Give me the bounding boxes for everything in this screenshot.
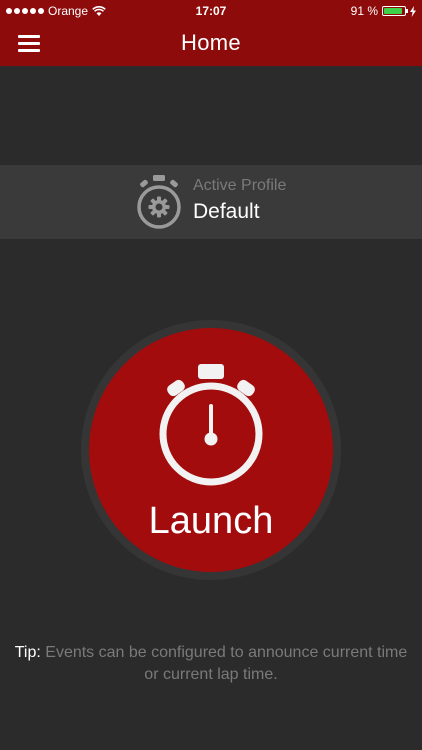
charging-bolt-icon <box>410 5 416 17</box>
stopwatch-icon <box>159 364 263 486</box>
profile-name: Default <box>193 200 260 223</box>
launch-label: Launch <box>148 500 274 542</box>
navigation-bar: Home <box>0 22 422 66</box>
launch-button[interactable]: Launch <box>89 328 333 572</box>
tip-message: Tip: Events can be configured to announc… <box>10 642 412 686</box>
battery-percent: 91 % <box>350 4 378 18</box>
battery-icon <box>382 6 408 16</box>
battery-fill <box>384 8 403 14</box>
tip-label: Tip: <box>14 644 41 661</box>
page-title: Home <box>181 30 241 55</box>
status-bar: Orange 17:07 91 % <box>0 0 422 22</box>
tip-text: Events can be configured to announce cur… <box>45 644 408 683</box>
stopwatch-gear-icon <box>137 175 181 229</box>
active-profile-selector[interactable]: Active Profile Default <box>0 165 422 239</box>
battery-info: 91 % <box>351 4 416 18</box>
profile-caption: Active Profile <box>193 177 287 194</box>
